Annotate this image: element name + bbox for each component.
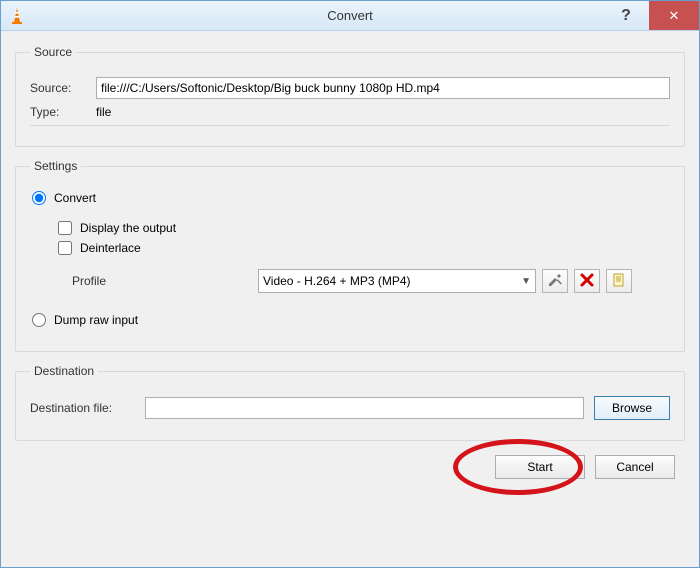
vlc-cone-icon xyxy=(7,6,27,26)
dump-radio[interactable] xyxy=(32,313,46,327)
source-label: Source: xyxy=(30,81,86,95)
dialog-footer: Start Cancel xyxy=(11,449,689,491)
destination-group: Destination Destination file: Browse xyxy=(15,364,685,441)
tools-icon xyxy=(547,272,563,291)
cancel-button[interactable]: Cancel xyxy=(595,455,675,479)
chevron-down-icon: ▼ xyxy=(521,276,531,287)
close-icon: ✕ xyxy=(669,8,680,24)
window-controls: ? ✕ xyxy=(603,1,699,30)
cancel-button-label: Cancel xyxy=(616,460,653,474)
dump-radio-label: Dump raw input xyxy=(54,313,138,327)
destination-label: Destination file: xyxy=(30,401,135,415)
divider xyxy=(30,125,670,126)
browse-button-label: Browse xyxy=(612,401,652,415)
settings-group-label: Settings xyxy=(30,159,81,173)
deinterlace-checkbox[interactable] xyxy=(58,241,72,255)
display-output-checkbox[interactable] xyxy=(58,221,72,235)
display-output-label: Display the output xyxy=(80,221,176,235)
delete-x-icon xyxy=(579,272,595,291)
profile-select[interactable]: Video - H.264 + MP3 (MP4) ▼ xyxy=(258,269,536,293)
convert-radio[interactable] xyxy=(32,191,46,205)
close-button[interactable]: ✕ xyxy=(649,1,699,30)
new-document-icon xyxy=(611,272,627,291)
profile-new-button[interactable] xyxy=(606,269,632,293)
titlebar: Convert ? ✕ xyxy=(1,1,699,31)
source-group: Source Source: Type: file xyxy=(15,45,685,147)
profile-edit-button[interactable] xyxy=(542,269,568,293)
convert-dialog: Convert ? ✕ Source Source: Type: file Se… xyxy=(0,0,700,568)
profile-select-value: Video - H.264 + MP3 (MP4) xyxy=(263,274,411,288)
destination-group-label: Destination xyxy=(30,364,98,378)
start-button-label: Start xyxy=(527,460,552,474)
profile-delete-button[interactable] xyxy=(574,269,600,293)
dialog-body: Source Source: Type: file Settings Conve… xyxy=(1,31,699,567)
help-button[interactable]: ? xyxy=(603,1,649,30)
destination-input[interactable] xyxy=(145,397,584,419)
source-group-label: Source xyxy=(30,45,76,59)
settings-group: Settings Convert Display the output Dein… xyxy=(15,159,685,352)
start-button[interactable]: Start xyxy=(495,455,585,479)
convert-radio-label: Convert xyxy=(54,191,96,205)
source-input[interactable] xyxy=(96,77,670,99)
deinterlace-label: Deinterlace xyxy=(80,241,141,255)
type-label: Type: xyxy=(30,105,86,119)
profile-label: Profile xyxy=(72,274,126,288)
window-title: Convert xyxy=(1,8,699,23)
type-value: file xyxy=(96,105,111,119)
browse-button[interactable]: Browse xyxy=(594,396,670,420)
